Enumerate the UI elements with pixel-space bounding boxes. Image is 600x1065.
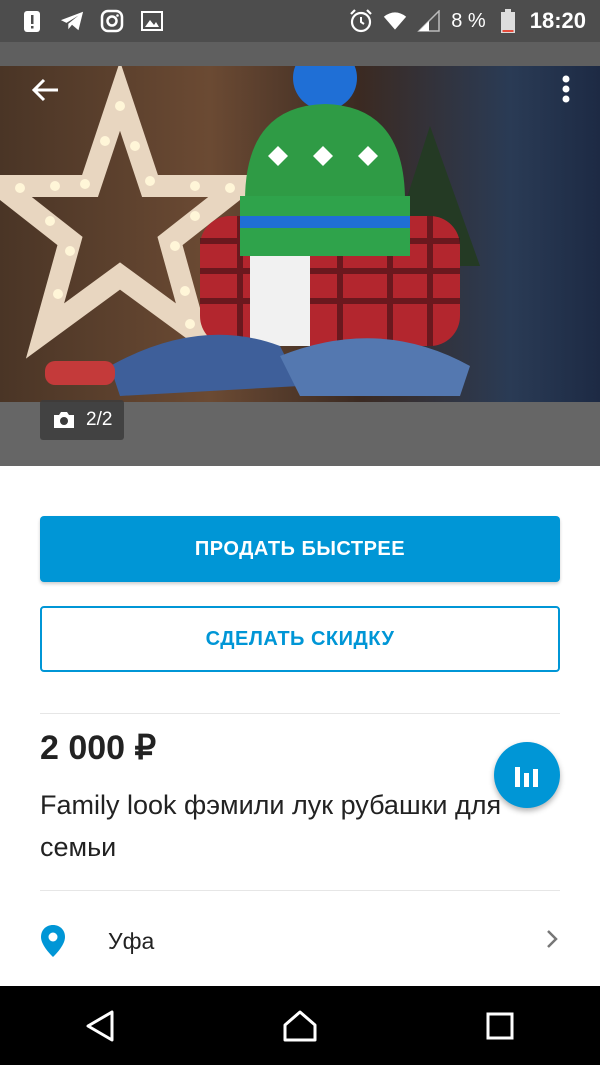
nav-home-button[interactable]	[270, 996, 330, 1056]
chevron-right-icon	[544, 927, 560, 956]
location-row[interactable]: Уфа	[40, 906, 560, 976]
more-menu-button[interactable]	[558, 72, 574, 108]
location-pin-icon	[40, 924, 80, 958]
battery-icon	[496, 9, 520, 33]
instagram-icon	[100, 9, 124, 33]
bar-chart-icon	[515, 767, 538, 787]
listing-photo[interactable]: 2/2	[0, 42, 600, 466]
location-city: Уфа	[108, 927, 155, 954]
photo-counter-text: 2/2	[86, 409, 113, 430]
square-recents-icon	[486, 1012, 514, 1039]
status-bar: 8 % 18:20	[0, 0, 600, 42]
clock: 18:20	[529, 8, 586, 33]
alarm-icon	[349, 9, 373, 33]
nav-recents-button[interactable]	[470, 996, 530, 1056]
alert-icon	[20, 9, 44, 33]
gallery-icon	[140, 9, 164, 33]
more-vertical-icon	[562, 75, 570, 103]
system-nav-bar	[0, 986, 600, 1065]
listing-title: Family look фэмили лук рубашки для семьи	[40, 790, 502, 862]
photo-illustration	[0, 46, 480, 396]
listing-content: ПРОДАТЬ БЫСТРЕЕ СДЕЛАТЬ СКИДКУ 2 000 ₽ F…	[0, 466, 600, 986]
photo-counter: 2/2	[40, 400, 125, 440]
home-icon	[283, 1010, 317, 1041]
battery-percent: 8 %	[451, 9, 486, 32]
divider	[40, 890, 560, 891]
stats-button[interactable]	[494, 742, 560, 808]
listing-price: 2 000 ₽	[40, 729, 157, 767]
make-discount-button[interactable]: СДЕЛАТЬ СКИДКУ	[40, 606, 560, 672]
telegram-icon	[60, 9, 84, 33]
arrow-left-icon	[31, 78, 58, 102]
back-button[interactable]	[26, 70, 66, 110]
nav-back-button[interactable]	[70, 996, 130, 1056]
camera-icon	[54, 412, 74, 428]
divider	[40, 713, 560, 714]
triangle-back-icon	[86, 1010, 114, 1041]
photo-top-band	[0, 42, 600, 66]
wifi-icon	[383, 9, 407, 33]
photo-image	[0, 46, 600, 402]
signal-icon	[417, 9, 441, 33]
sell-faster-button[interactable]: ПРОДАТЬ БЫСТРЕЕ	[40, 516, 560, 582]
